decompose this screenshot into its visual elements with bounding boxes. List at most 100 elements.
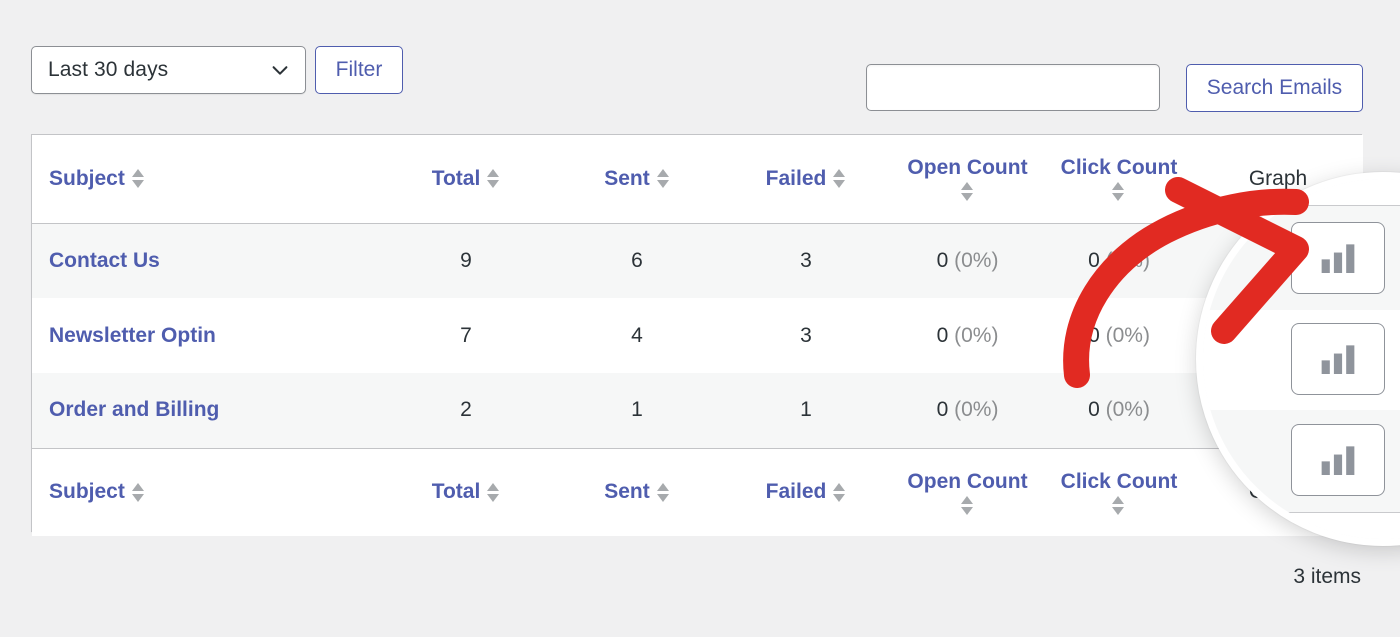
emails-table-container: Subject Total Sent Failed Open Count Cli…: [31, 134, 1363, 536]
sort-arrows-icon[interactable]: [131, 482, 145, 502]
table-row: Contact Us 9 6 3 0 (0%) 0 (0%): [32, 223, 1363, 298]
column-footer-subject[interactable]: Subject: [32, 447, 380, 536]
filter-button-label: Filter: [335, 58, 383, 81]
cell-open-count: 0 (0%): [890, 298, 1045, 373]
cell-sent: 6: [552, 223, 722, 298]
cell-click-count: 0 (0%): [1045, 223, 1193, 298]
column-header-failed-label: Failed: [765, 166, 827, 190]
click-count-percent: (0%): [1105, 398, 1150, 422]
magnifier-callout: [1196, 172, 1400, 546]
magnifier-stripe: [1203, 513, 1400, 539]
column-footer-sent-label: Sent: [604, 480, 650, 504]
table-foot: Subject Total Sent Failed Open Count Cli…: [32, 447, 1363, 536]
cell-sent: 1: [552, 373, 722, 448]
subject-link[interactable]: Contact Us: [49, 249, 160, 272]
open-count-value: 0: [936, 248, 949, 272]
sort-arrows-icon[interactable]: [833, 482, 846, 502]
column-header-failed[interactable]: Failed: [722, 135, 890, 224]
graph-button-zoomed[interactable]: [1291, 424, 1385, 496]
cell-sent: 4: [552, 298, 722, 373]
cell-click-count: 0 (0%): [1045, 298, 1193, 373]
column-footer-total-label: Total: [431, 480, 481, 504]
subject-link[interactable]: Order and Billing: [49, 398, 219, 421]
magnifier-stripe: [1203, 179, 1400, 205]
open-count-percent: (0%): [954, 248, 999, 272]
search-emails-button-label: Search Emails: [1206, 76, 1343, 99]
table-row: Order and Billing 2 1 1 0 (0%) 0 (0%): [32, 373, 1363, 448]
table-toolbar: Last 30 days Filter Search Emails: [0, 0, 1400, 125]
magnifier-content: [1203, 179, 1400, 539]
open-count-percent: (0%): [954, 398, 999, 422]
bar-chart-icon: [1321, 244, 1355, 273]
sort-arrows-icon[interactable]: [656, 169, 670, 189]
table-header-row: Subject Total Sent Failed Open Count Cli…: [32, 135, 1363, 224]
bar-chart-icon: [1321, 446, 1355, 475]
sort-arrows-icon[interactable]: [961, 495, 974, 515]
column-footer-click-count-label: Click Count: [1060, 469, 1178, 493]
cell-total: 9: [380, 223, 552, 298]
column-header-open-count-label: Open Count: [907, 156, 1028, 180]
click-count-value: 0: [1088, 248, 1100, 272]
sort-arrows-icon[interactable]: [487, 169, 500, 189]
click-count-percent: (0%): [1105, 323, 1150, 347]
emails-table: Subject Total Sent Failed Open Count Cli…: [32, 135, 1363, 536]
open-count-percent: (0%): [954, 323, 999, 347]
graph-button-zoomed[interactable]: [1291, 323, 1385, 395]
cell-click-count: 0 (0%): [1045, 373, 1193, 448]
date-range-value: Last 30 days: [48, 58, 169, 81]
cell-failed: 1: [722, 373, 890, 448]
column-footer-open-count-label: Open Count: [907, 469, 1028, 493]
screen-root: Last 30 days Filter Search Emails Subjec…: [0, 0, 1400, 637]
subject-link[interactable]: Newsletter Optin: [49, 324, 216, 347]
cell-open-count: 0 (0%): [890, 373, 1045, 448]
cell-total: 7: [380, 298, 552, 373]
column-header-open-count[interactable]: Open Count: [890, 135, 1045, 224]
column-header-click-count[interactable]: Click Count: [1045, 135, 1193, 224]
cell-failed: 3: [722, 298, 890, 373]
sort-arrows-icon[interactable]: [487, 482, 500, 502]
cell-subject: Newsletter Optin: [32, 298, 380, 373]
cell-failed: 3: [722, 223, 890, 298]
cell-subject: Contact Us: [32, 223, 380, 298]
column-footer-click-count[interactable]: Click Count: [1045, 447, 1193, 536]
open-count-value: 0: [936, 323, 949, 347]
date-range-select[interactable]: Last 30 days: [31, 46, 306, 94]
column-footer-sent[interactable]: Sent: [552, 447, 722, 536]
column-header-subject-label: Subject: [49, 166, 125, 190]
sort-arrows-icon[interactable]: [131, 169, 145, 189]
column-header-click-count-label: Click Count: [1060, 156, 1178, 180]
column-header-total[interactable]: Total: [380, 135, 552, 224]
column-footer-open-count[interactable]: Open Count: [890, 447, 1045, 536]
click-count-value: 0: [1088, 398, 1100, 422]
click-count-percent: (0%): [1105, 248, 1150, 272]
sort-arrows-icon[interactable]: [656, 482, 670, 502]
items-count-label: 3 items: [1293, 565, 1361, 588]
column-header-subject[interactable]: Subject: [32, 135, 380, 224]
column-footer-total[interactable]: Total: [380, 447, 552, 536]
cell-open-count: 0 (0%): [890, 223, 1045, 298]
column-footer-failed-label: Failed: [765, 480, 827, 504]
table-head: Subject Total Sent Failed Open Count Cli…: [32, 135, 1363, 224]
table-footer-row: Subject Total Sent Failed Open Count Cli…: [32, 447, 1363, 536]
table-body: Contact Us 9 6 3 0 (0%) 0 (0%) Newslette…: [32, 223, 1363, 448]
open-count-value: 0: [936, 398, 949, 422]
bar-chart-icon: [1321, 345, 1355, 374]
sort-arrows-icon[interactable]: [1112, 182, 1125, 202]
cell-subject: Order and Billing: [32, 373, 380, 448]
sort-arrows-icon[interactable]: [1112, 495, 1125, 515]
cell-total: 2: [380, 373, 552, 448]
click-count-value: 0: [1088, 323, 1100, 347]
sort-arrows-icon[interactable]: [833, 169, 846, 189]
column-header-total-label: Total: [431, 166, 481, 190]
column-footer-subject-label: Subject: [49, 480, 125, 504]
chevron-down-icon: [272, 66, 288, 75]
column-header-sent[interactable]: Sent: [552, 135, 722, 224]
table-row: Newsletter Optin 7 4 3 0 (0%) 0 (0%): [32, 298, 1363, 373]
column-footer-failed[interactable]: Failed: [722, 447, 890, 536]
column-header-sent-label: Sent: [604, 166, 650, 190]
sort-arrows-icon[interactable]: [961, 182, 974, 202]
search-emails-button[interactable]: Search Emails: [1186, 64, 1363, 112]
filter-button[interactable]: Filter: [315, 46, 403, 94]
graph-button-zoomed[interactable]: [1291, 222, 1385, 294]
search-input[interactable]: [866, 64, 1160, 111]
